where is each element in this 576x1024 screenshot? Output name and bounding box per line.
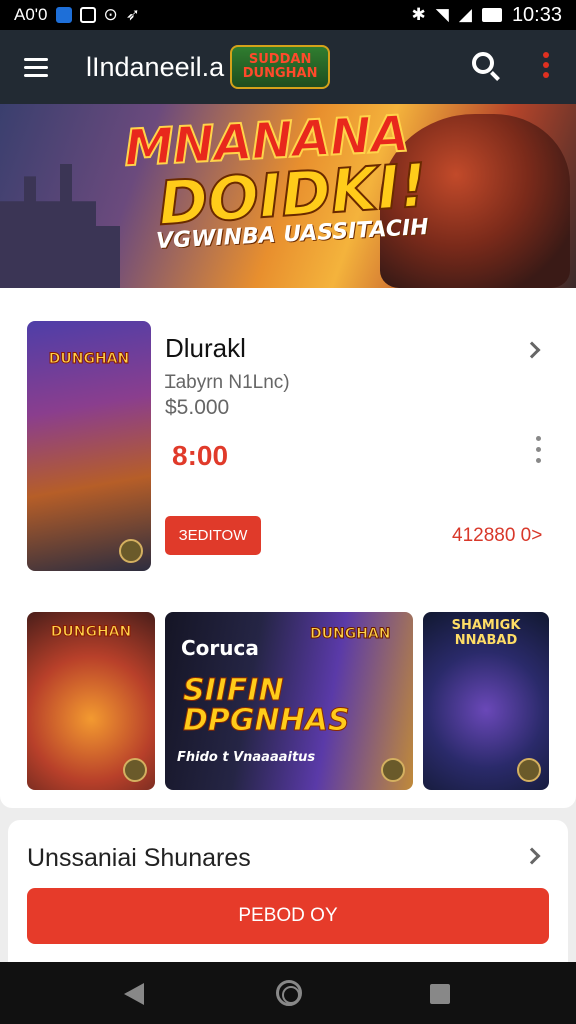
badge-icon — [381, 758, 405, 782]
sync-icon: ⊙ — [103, 5, 118, 24]
game-cover[interactable]: DUNGHAN — [27, 321, 151, 571]
battery-icon — [481, 8, 502, 22]
notification-icon — [55, 7, 72, 23]
castle-art — [0, 164, 120, 288]
vibrate-icon: ✱ — [411, 5, 426, 24]
thumbnail-2-title: SIIFIN DPGNHAS — [183, 673, 351, 738]
gallery-icon — [79, 7, 96, 23]
recents-icon[interactable] — [430, 984, 450, 1004]
app-logo: SUDDAN DUNGHAN — [230, 45, 331, 89]
thumbnail-2-caption: Fhido t Vnaaaaitus — [177, 750, 316, 765]
redeem-button[interactable]: ЗЕDITOW — [165, 516, 261, 555]
more-link[interactable]: 412880 0> — [452, 525, 542, 547]
wifi-icon: ◥ — [435, 5, 449, 24]
thumbnail-2-label: Coruca — [181, 636, 259, 660]
status-left-text: A0'0 — [14, 5, 48, 24]
item-options-icon[interactable] — [536, 436, 541, 463]
promo-banner[interactable]: MNANANA DOIDKI! VGWINBA UASSITACIH — [0, 104, 576, 288]
thumbnail-3-title: SHAMIGK NNABAD — [451, 618, 521, 648]
game-name: Dlurakl — [165, 333, 246, 363]
status-bar: A0'0 ⊙ ➶ ✱ ◥ ◢ 10:33 — [0, 0, 576, 30]
thumbnail-1[interactable]: DUNGHAN — [27, 612, 155, 790]
thumbnail-1-title: DUNGHAN — [50, 624, 132, 641]
thumbnail-2[interactable]: Coruca SIIFIN DPGNHAS Fhido t Vnaaaaitus… — [165, 612, 413, 790]
price: 8:00 — [172, 440, 229, 471]
home-icon[interactable] — [276, 980, 302, 1006]
clock: 10:33 — [511, 3, 562, 26]
app-title: lIndaneeil.a — [86, 51, 225, 82]
thumbnail-3[interactable]: SHAMIGK NNABAD — [423, 612, 549, 790]
send-icon: ➶ — [125, 5, 140, 24]
signal-icon: ◢ — [458, 5, 472, 24]
back-icon[interactable] — [124, 983, 144, 1005]
section-title: Unssaniai Shunares — [27, 844, 251, 872]
cover-title: DUNGHAN — [48, 351, 130, 368]
menu-icon[interactable] — [24, 57, 48, 77]
primary-button[interactable]: PEBOD OY — [27, 888, 549, 944]
thumbnail-2-logo: DUNGHAN — [309, 626, 391, 643]
search-icon[interactable] — [472, 52, 494, 74]
badge-icon — [517, 758, 541, 782]
game-subtitle: Ɪabyrn N1Lnc) — [165, 372, 290, 393]
more-options-icon[interactable] — [543, 52, 549, 78]
badge-icon — [119, 539, 143, 563]
old-price: $5.000 — [165, 396, 230, 419]
badge-icon — [123, 758, 147, 782]
